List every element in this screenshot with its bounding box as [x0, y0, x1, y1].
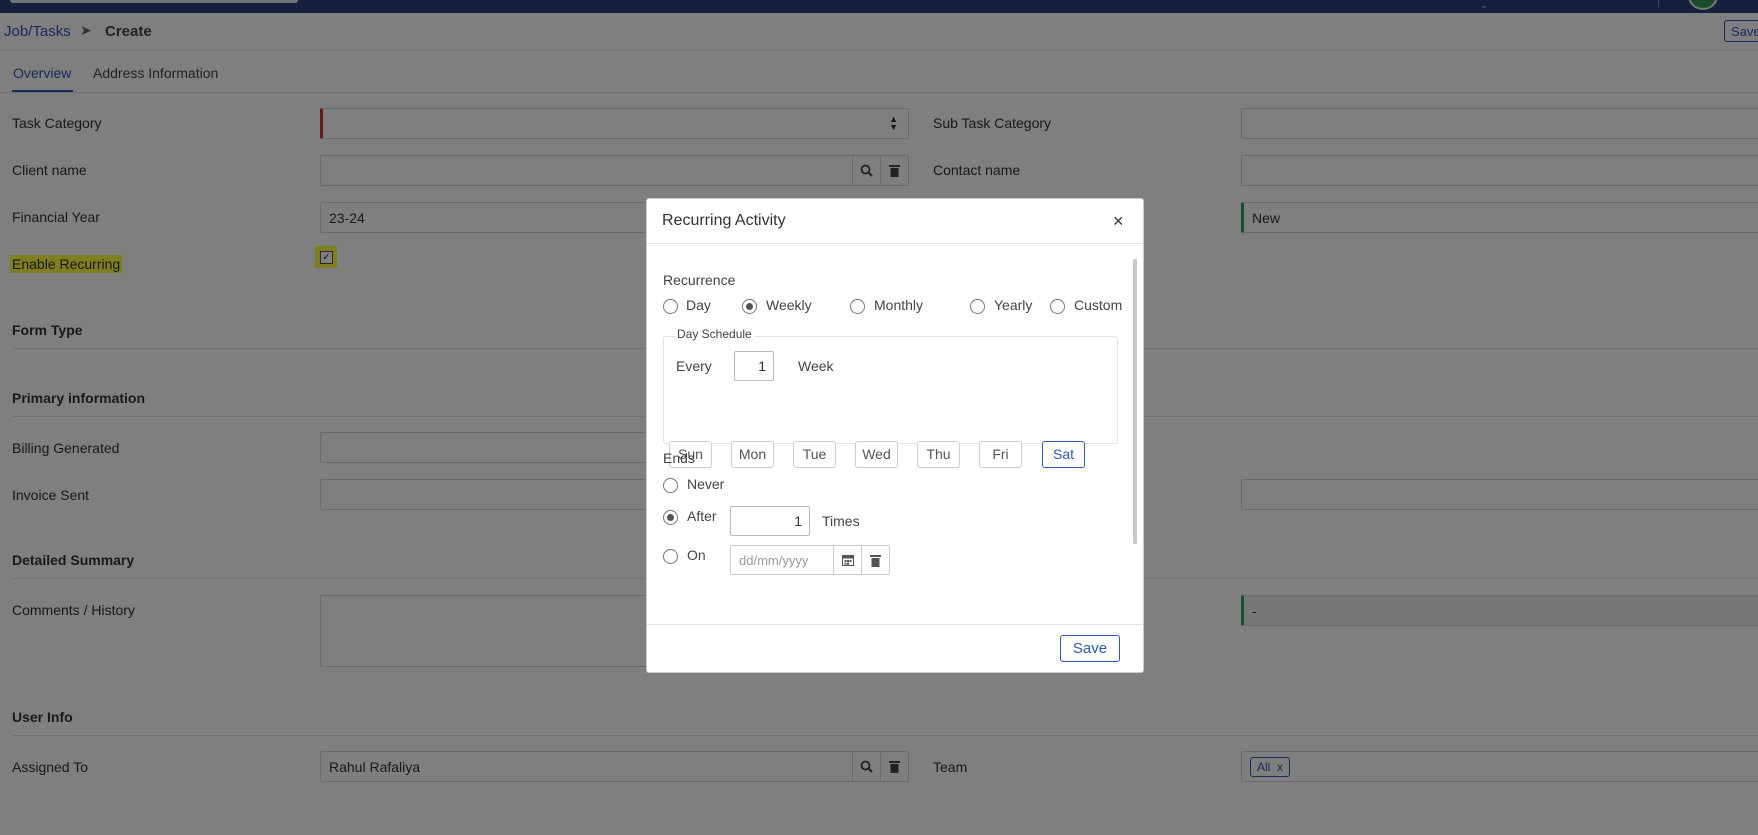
ends-never-label[interactable]: Never — [687, 476, 724, 492]
every-interval-input[interactable]: 1 — [734, 351, 774, 381]
recurrence-yearly-label[interactable]: Yearly — [994, 297, 1032, 313]
recurrence-monthly-label[interactable]: Monthly — [874, 297, 923, 313]
week-unit-label: Week — [798, 358, 834, 374]
ends-on-label[interactable]: On — [687, 547, 706, 563]
day-button-sat[interactable]: Sat — [1042, 441, 1085, 468]
ends-on-radio[interactable] — [663, 549, 678, 564]
recurrence-custom-radio[interactable] — [1050, 299, 1065, 314]
recurrence-weekly-radio[interactable] — [742, 299, 757, 314]
day-button-thu[interactable]: Thu — [917, 441, 960, 468]
end-date-input[interactable]: dd/mm/yyyy — [730, 545, 890, 575]
recurrence-label: Recurrence — [663, 272, 736, 288]
ends-after-radio[interactable] — [663, 510, 678, 525]
calendar-icon[interactable] — [833, 546, 861, 574]
occurrences-input[interactable]: 1 — [730, 506, 810, 536]
recurrence-yearly-radio[interactable] — [970, 299, 985, 314]
modal-body: Recurrence Day Weekly Monthly Yearly Cus… — [647, 244, 1143, 623]
ends-never-radio[interactable] — [663, 478, 678, 493]
day-button-mon[interactable]: Mon — [731, 441, 774, 468]
ends-label: Ends — [663, 450, 695, 466]
day-button-fri[interactable]: Fri — [979, 441, 1022, 468]
end-date-placeholder: dd/mm/yyyy — [739, 553, 809, 568]
close-icon[interactable]: × — [1113, 211, 1124, 232]
clear-date-icon[interactable] — [861, 546, 889, 574]
every-label: Every — [676, 358, 712, 374]
day-schedule-legend: Day Schedule — [675, 327, 754, 341]
scrollbar[interactable] — [1133, 259, 1137, 544]
ends-after-label[interactable]: After — [687, 508, 717, 524]
modal-header: Recurring Activity × — [647, 199, 1143, 244]
recurrence-weekly-label[interactable]: Weekly — [766, 297, 812, 313]
times-label: Times — [822, 513, 860, 529]
recurring-activity-modal: Recurring Activity × Recurrence Day Week… — [646, 198, 1144, 673]
day-button-wed[interactable]: Wed — [855, 441, 898, 468]
recurrence-monthly-radio[interactable] — [850, 299, 865, 314]
modal-save-button[interactable]: Save — [1060, 635, 1120, 662]
day-schedule-group — [663, 336, 1118, 444]
recurrence-custom-label[interactable]: Custom — [1074, 297, 1122, 313]
day-button-tue[interactable]: Tue — [793, 441, 836, 468]
recurrence-day-label[interactable]: Day — [686, 297, 711, 313]
modal-footer: Save — [647, 624, 1143, 672]
modal-title: Recurring Activity — [662, 212, 786, 229]
recurrence-day-radio[interactable] — [663, 299, 678, 314]
